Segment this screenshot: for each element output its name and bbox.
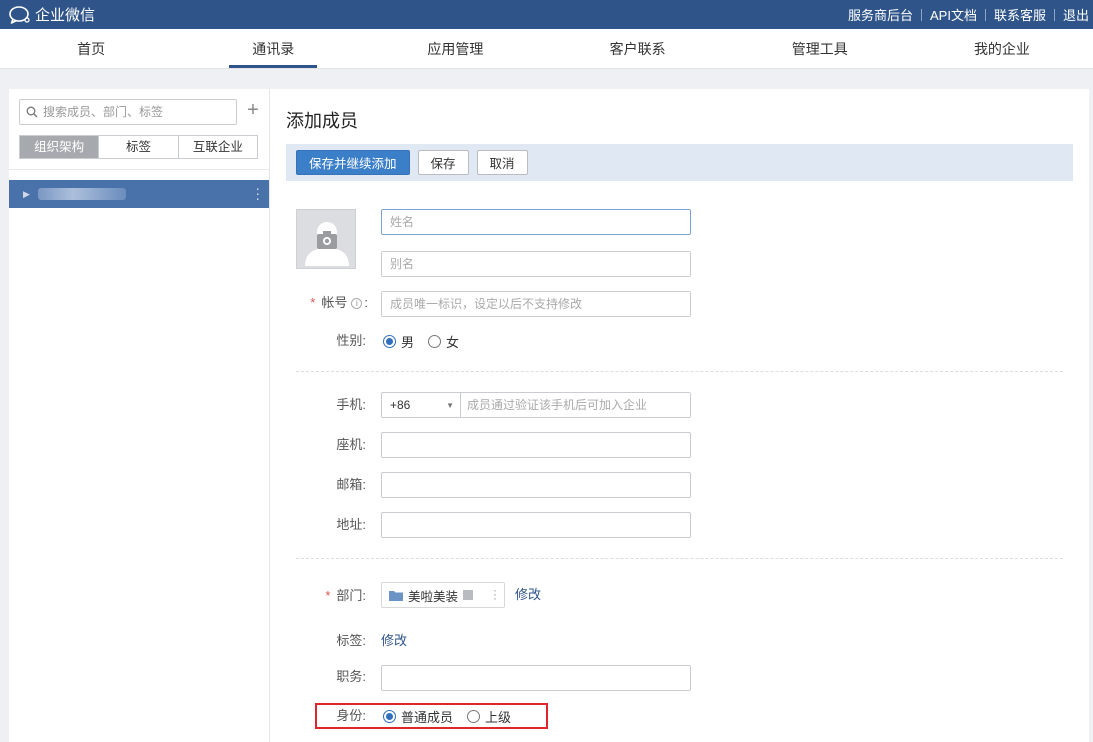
nav-contacts[interactable]: 通讯录 [182,29,364,68]
position-field[interactable] [381,665,691,691]
nav-home[interactable]: 首页 [0,29,182,68]
top-links: 服务商后台 API文档 联系客服 退出 [840,5,1089,24]
department-chip[interactable]: 美啦美装 · · · [381,582,505,608]
add-member-panel: 添加成员 保存并继续添加 保存 取消 *帐号i: 性别: 男 女 手机: +86… [270,89,1089,742]
link-logout[interactable]: 退出 [1055,5,1089,24]
identity-radio-group: 普通成员 上级 [383,707,525,726]
brand[interactable]: 企业微信 [8,4,95,25]
tab-tags[interactable]: 标签 [99,136,179,158]
caret-down-icon: ▼ [446,400,454,410]
identity-regular-member-option[interactable]: 普通成员 [383,707,453,726]
department-name: 美啦美装 [408,589,459,604]
position-label: 职务: [336,669,366,684]
form-toolbar: 保存并继续添加 保存 取消 [286,144,1073,181]
mobile-input-group: +86 ▼ [381,392,691,418]
camera-avatar-icon [305,222,349,266]
department-label: * 部门: [286,586,366,606]
account-label-text: 帐号 [321,295,348,310]
landline-label: 座机: [336,437,366,452]
required-mark: * [310,295,316,310]
gender-radio-group: 男 女 [383,332,473,351]
sidebar-tabs: 组织架构 标签 互联企业 [19,135,258,159]
tab-linked-enterprise[interactable]: 互联企业 [178,136,257,158]
gender-label: 性别: [336,333,366,348]
tag-label: 标签: [336,633,366,648]
section-divider [296,371,1063,372]
email-field[interactable] [381,472,691,498]
link-provider-admin[interactable]: 服务商后台 [840,5,921,24]
link-api-docs[interactable]: API文档 [922,5,985,24]
section-divider [296,558,1063,559]
expand-arrow-icon[interactable]: ▶ [23,189,30,200]
save-button[interactable]: 保存 [417,150,469,175]
account-label: * 帐号 i: [310,295,368,310]
required-mark: * [325,588,331,603]
identity-supervisor-label: 上级 [485,710,512,725]
info-icon[interactable]: i [351,298,363,309]
tag-modify-link[interactable]: 修改 [381,631,407,651]
blurred-org-name [37,188,126,200]
address-field[interactable] [381,512,691,538]
mobile-field[interactable] [461,393,690,417]
divider [9,169,269,170]
more-vertical-icon[interactable]: · · · [493,584,497,604]
tree-item-root[interactable]: ▶ · · · [9,180,269,208]
page-title: 添加成员 [286,111,358,131]
identity-regular-member-label: 普通成员 [401,710,454,725]
gender-male-option[interactable]: 男 [383,332,414,351]
search-input[interactable] [43,105,223,119]
gender-female-label: 女 [446,335,460,350]
search-box[interactable] [19,99,237,125]
save-and-continue-button[interactable]: 保存并继续添加 [296,150,410,175]
nav-customer-contact[interactable]: 客户联系 [547,29,729,68]
email-label: 邮箱: [336,477,366,492]
link-contact-support[interactable]: 联系客服 [986,5,1054,24]
department-label-text: 部门: [336,588,366,603]
nav-my-enterprise[interactable]: 我的企业 [911,29,1093,68]
radio-regular-member[interactable] [383,710,396,723]
name-field[interactable] [381,209,691,235]
country-code-value: +86 [390,398,411,412]
cancel-button[interactable]: 取消 [476,150,528,175]
radio-female[interactable] [428,335,442,348]
wecom-logo-icon [9,5,30,24]
nav-app-management[interactable]: 应用管理 [364,29,546,68]
country-code-select[interactable]: +86 ▼ [382,393,461,417]
address-label: 地址: [336,517,366,532]
alias-field[interactable] [381,251,691,277]
gender-female-option[interactable]: 女 [428,332,459,351]
radio-male[interactable] [383,335,396,348]
account-field[interactable] [381,291,691,317]
department-modify-link[interactable]: 修改 [515,585,541,605]
nav-management-tools[interactable]: 管理工具 [729,29,911,68]
more-vertical-icon[interactable]: · · · [255,181,260,205]
gender-male-label: 男 [401,335,415,350]
department-type-icon [463,590,474,600]
brand-name: 企业微信 [35,7,96,24]
tab-org-structure[interactable]: 组织架构 [20,136,100,158]
folder-icon [389,590,403,601]
main-nav: 首页 通讯录 应用管理 客户联系 管理工具 我的企业 [0,29,1093,69]
mobile-label: 手机: [336,397,366,412]
identity-label: 身份: [336,708,366,723]
top-bar: 企业微信 服务商后台 API文档 联系客服 退出 [0,0,1093,29]
add-plus-icon[interactable]: + [245,100,261,121]
radio-supervisor[interactable] [467,710,481,723]
landline-field[interactable] [381,432,691,458]
identity-supervisor-option[interactable]: 上级 [467,707,511,726]
search-icon [26,106,38,118]
sidebar: + 组织架构 标签 互联企业 ▶ ··· [9,89,270,742]
avatar-upload[interactable] [296,209,356,269]
